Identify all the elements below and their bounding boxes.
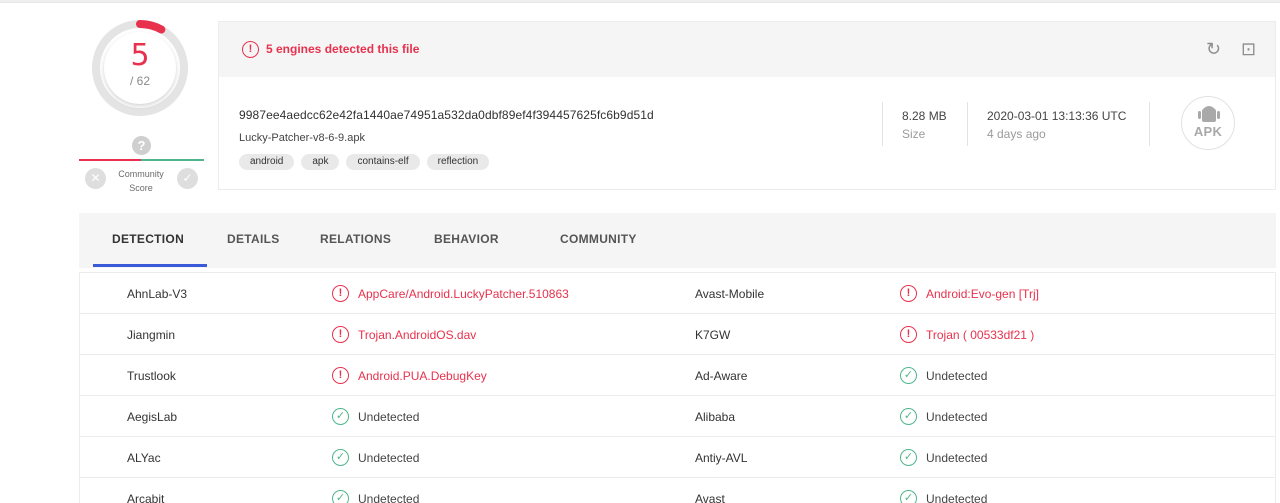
engine-name: Antiy-AVL [695, 451, 748, 465]
vote-harmless-button[interactable]: ✓ [177, 168, 198, 189]
tag-android[interactable]: android [239, 154, 295, 170]
engine-name: AegisLab [127, 410, 178, 424]
file-name: Lucky-Patcher-v8-6-9.apk [239, 132, 365, 144]
check-icon: ✓ [900, 490, 917, 503]
engine-result[interactable]: ! Android.PUA.DebugKey [332, 367, 487, 384]
question-icon[interactable]: ? [132, 136, 151, 155]
file-size-label: Size [902, 127, 926, 141]
check-icon: ✓ [900, 367, 917, 384]
tag-contains-elf[interactable]: contains-elf [346, 154, 420, 170]
divider [882, 102, 883, 146]
tab-detection[interactable]: DETECTION [112, 232, 184, 246]
engine-name: Arcabit [127, 492, 165, 503]
analysis-date-relative: 4 days ago [987, 127, 1046, 141]
file-summary-card: ! 5 engines detected this file ↻ ⊡ 9987e… [218, 21, 1276, 190]
detection-score-ring: 5 / 62 [92, 20, 188, 116]
result-text: Android:Evo-gen [Trj] [926, 286, 1039, 301]
community-score-label: Community Score [118, 169, 164, 193]
result-text: Undetected [926, 409, 988, 424]
result-text: Undetected [358, 450, 420, 465]
alert-icon: ! [332, 367, 349, 384]
engine-result[interactable]: ! Trojan ( 00533df21 ) [900, 326, 1034, 343]
vote-harmful-button[interactable]: ✕ [85, 168, 106, 189]
alert-icon: ! [242, 41, 259, 58]
divider [967, 102, 968, 146]
analysis-tabs: DETECTION DETAILS RELATIONS BEHAVIOR COM… [79, 213, 1276, 268]
tag-reflection[interactable]: reflection [426, 154, 490, 170]
detection-banner: ! 5 engines detected this file ↻ ⊡ [219, 22, 1275, 77]
table-row: ALYac ✓ Undetected Antiy-AVL ✓ Undetecte… [79, 437, 1276, 478]
engine-name: ALYac [127, 451, 161, 465]
engine-name: K7GW [695, 328, 731, 342]
check-icon: ✓ [332, 408, 349, 425]
tag-apk[interactable]: apk [301, 154, 340, 170]
filetype-badge: APK [1181, 96, 1235, 150]
check-icon: ✓ [900, 449, 917, 466]
check-icon: ✓ [332, 490, 349, 503]
result-text: Undetected [358, 491, 420, 503]
result-text: Undetected [926, 450, 988, 465]
tab-behavior[interactable]: BEHAVIOR [434, 232, 499, 246]
divider [1149, 102, 1150, 146]
table-row: Jiangmin ! Trojan.AndroidOS.dav K7GW ! T… [79, 314, 1276, 355]
engine-name: Trustlook [127, 369, 176, 383]
alert-icon: ! [332, 285, 349, 302]
analysis-date-value: 2020-03-01 13:13:36 UTC [987, 109, 1127, 123]
file-hash[interactable]: 9987ee4aedcc62e42fa1440ae74951a532da0dbf… [239, 108, 654, 122]
engine-result[interactable]: ✓ Undetected [900, 367, 987, 384]
similar-files-icon[interactable]: ⊡ [1241, 39, 1256, 59]
score-center: 5 / 62 [104, 32, 176, 104]
engine-name: Jiangmin [127, 328, 176, 342]
engine-name: AhnLab-V3 [127, 287, 188, 301]
result-text: Android.PUA.DebugKey [358, 368, 487, 383]
result-text: Undetected [926, 368, 988, 383]
table-row: Arcabit ✓ Undetected Avast ✓ Undetected [79, 478, 1276, 503]
android-icon [1198, 106, 1220, 122]
alert-icon: ! [900, 285, 917, 302]
result-text: Undetected [926, 491, 988, 503]
table-row: AegisLab ✓ Undetected Alibaba ✓ Undetect… [79, 396, 1276, 437]
engine-result[interactable]: ! Trojan.AndroidOS.dav [332, 326, 476, 343]
engine-result[interactable]: ✓ Undetected [332, 449, 419, 466]
filetype-label: APK [1193, 124, 1223, 139]
result-text: Trojan ( 00533df21 ) [926, 327, 1035, 342]
result-text: Undetected [358, 409, 420, 424]
tab-relations[interactable]: RELATIONS [320, 232, 391, 246]
engine-name: Alibaba [695, 410, 736, 424]
community-score-bar [79, 159, 204, 161]
engine-name: Avast-Mobile [695, 287, 765, 301]
community-score: ? ✕ Community Score ✓ [79, 136, 204, 198]
engine-result[interactable]: ✓ Undetected [332, 408, 419, 425]
engine-name: Avast [695, 492, 725, 503]
engine-result[interactable]: ✓ Undetected [332, 490, 419, 503]
detected-count: 5 [130, 38, 150, 73]
reanalyze-icon[interactable]: ↻ [1206, 39, 1221, 59]
check-icon: ✓ [900, 408, 917, 425]
detection-table: AhnLab-V3 ! AppCare/Android.LuckyPatcher… [79, 272, 1276, 503]
engine-result[interactable]: ✓ Undetected [900, 449, 987, 466]
file-size-value: 8.28 MB [902, 109, 947, 123]
engine-result[interactable]: ! AppCare/Android.LuckyPatcher.510863 [332, 285, 569, 302]
alert-icon: ! [900, 326, 917, 343]
result-text: Trojan.AndroidOS.dav [358, 327, 477, 342]
engine-result[interactable]: ✓ Undetected [900, 408, 987, 425]
tab-details[interactable]: DETAILS [227, 232, 280, 246]
alert-icon: ! [332, 326, 349, 343]
browser-top-edge [0, 0, 1280, 3]
file-tags: android apk contains-elf reflection [239, 154, 490, 170]
detection-alert-text: 5 engines detected this file [266, 42, 420, 56]
tab-community[interactable]: COMMUNITY [560, 232, 637, 246]
table-row: AhnLab-V3 ! AppCare/Android.LuckyPatcher… [79, 273, 1276, 314]
engine-result[interactable]: ✓ Undetected [900, 490, 987, 503]
engine-result[interactable]: ! Android:Evo-gen [Trj] [900, 285, 1039, 302]
engine-total: / 62 [129, 74, 150, 88]
engine-name: Ad-Aware [695, 369, 748, 383]
result-text: AppCare/Android.LuckyPatcher.510863 [358, 286, 569, 301]
active-tab-indicator [93, 264, 207, 267]
table-row: Trustlook ! Android.PUA.DebugKey Ad-Awar… [79, 355, 1276, 396]
check-icon: ✓ [332, 449, 349, 466]
